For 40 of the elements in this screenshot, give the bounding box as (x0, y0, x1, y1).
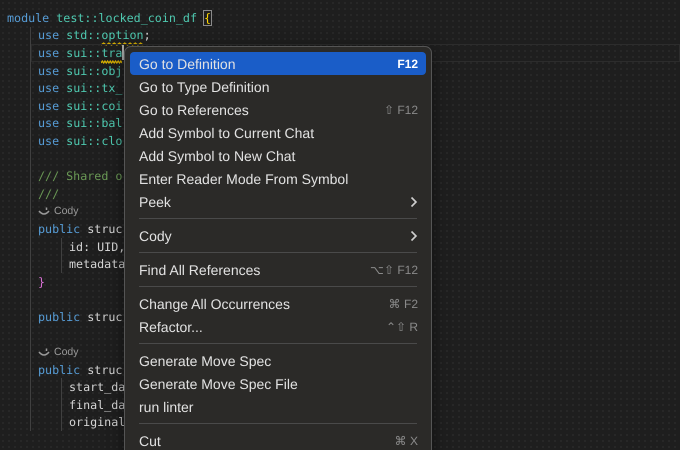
menu-item[interactable]: run linter (130, 395, 426, 418)
code-line: start_da (69, 380, 126, 394)
code-line: original (69, 415, 126, 430)
smiley-icon (38, 206, 50, 216)
menu-item[interactable]: Go to Type Definition (130, 75, 426, 98)
menu-item[interactable]: Cut ⌘ X (130, 429, 426, 450)
menu-item[interactable]: Change All Occurrences ⌘ F2 (130, 292, 426, 315)
menu-item[interactable]: Refactor... ⌃⇧ R (130, 315, 426, 338)
code-line: use sui::obj (38, 64, 122, 78)
code-line: id: UID, (69, 240, 126, 254)
menu-item[interactable]: Peek (130, 190, 426, 213)
menu-item[interactable]: Go to References ⇧ F12 (130, 98, 426, 121)
menu-item[interactable]: Cody (130, 224, 426, 247)
menu-item[interactable]: Go to Definition F12 (130, 52, 426, 75)
code-line: use sui::tx_ (38, 81, 122, 96)
chevron-right-icon (410, 230, 418, 242)
code-line: public struc (38, 222, 122, 236)
code-line: use sui::tra (38, 46, 122, 60)
chevron-right-icon (410, 196, 418, 208)
menu-item[interactable]: Add Symbol to New Chat (130, 144, 426, 167)
code-line: use sui::bal (38, 116, 122, 130)
code-line: } (38, 274, 46, 289)
code-line: /// (38, 186, 60, 201)
code-line: final_da (69, 398, 126, 412)
menu-item[interactable]: Generate Move Spec File (130, 372, 426, 395)
code-line: use sui::clo (38, 134, 122, 148)
code-lens[interactable]: Cody (38, 205, 79, 218)
code-line: use std::option; (38, 28, 151, 42)
code-line: /// Shared o (38, 169, 122, 184)
menu-item[interactable]: Find All References ⌥⇧ F12 (130, 258, 426, 281)
menu-item[interactable]: Enter Reader Mode From Symbol (130, 167, 426, 190)
menu-item[interactable]: Add Symbol to Current Chat (130, 121, 426, 144)
code-line: public struc (38, 310, 122, 324)
code-line: module test::locked_coin_df { (7, 10, 212, 25)
code-line: use sui::coi (38, 98, 122, 113)
smiley-icon (38, 348, 50, 357)
menu-item[interactable]: Generate Move Spec (130, 349, 426, 372)
code-line: metadata (69, 257, 126, 272)
code-lens[interactable]: Cody (38, 346, 79, 358)
code-line: public struc (38, 362, 122, 377)
